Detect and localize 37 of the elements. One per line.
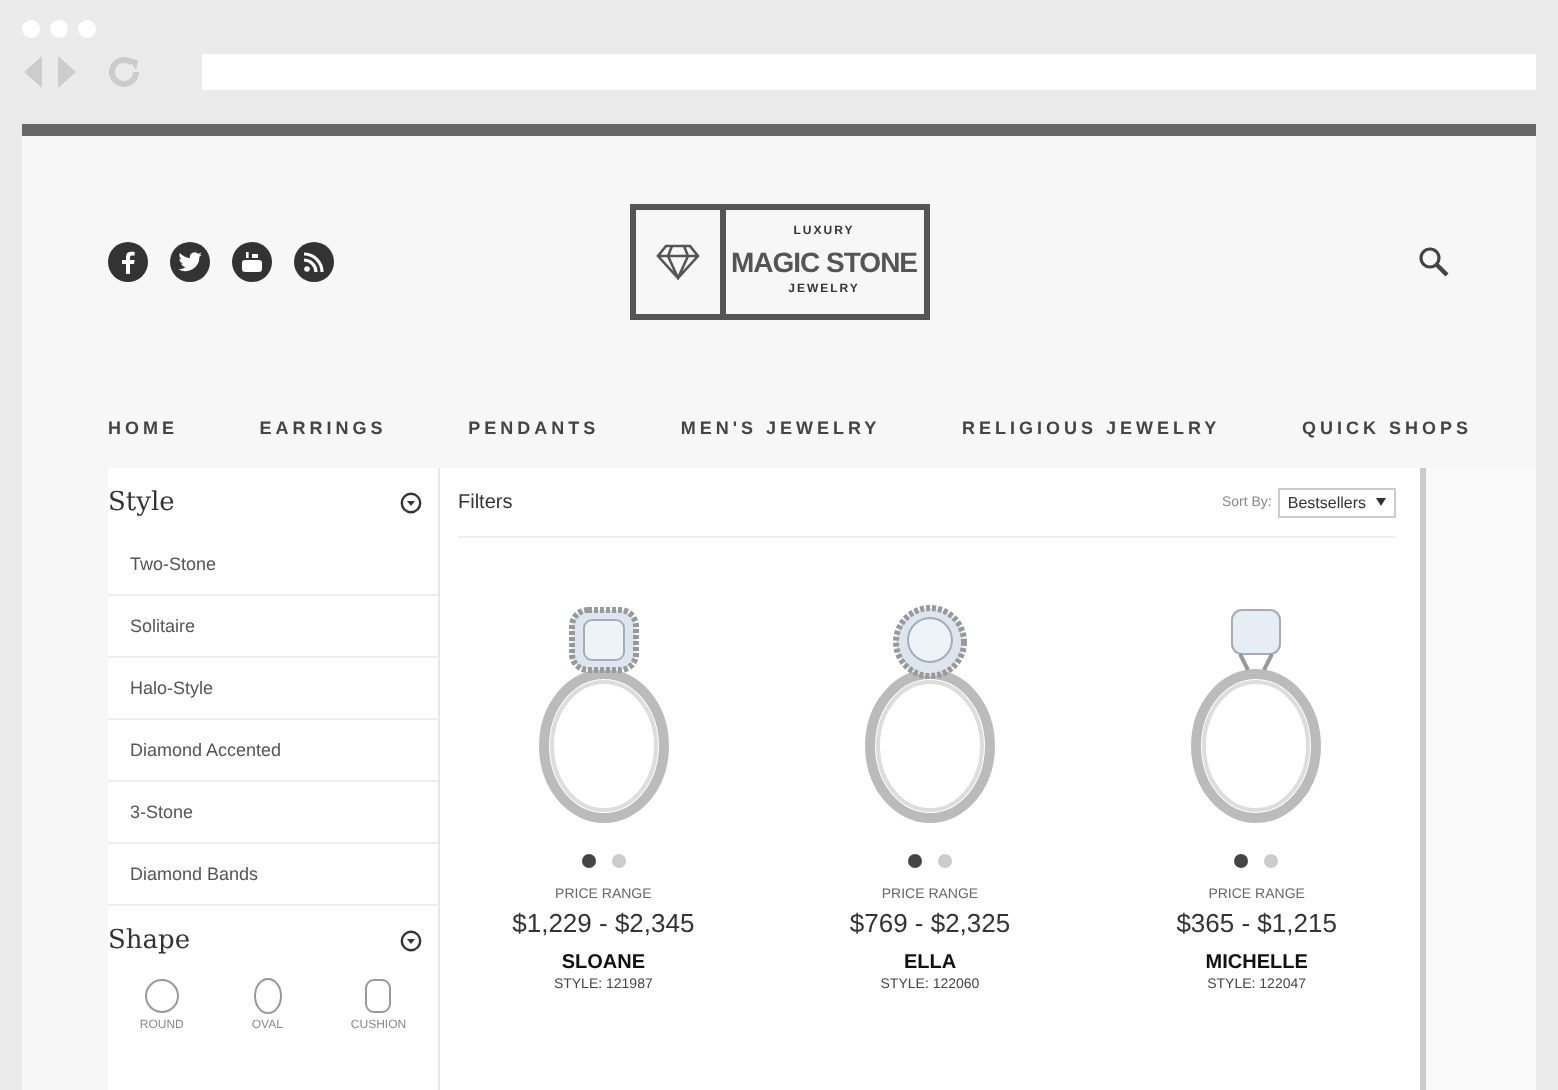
filter-heading: Style — [108, 488, 175, 518]
price-range: $365 - $1,215 — [1176, 908, 1337, 938]
carousel-dot[interactable] — [1264, 854, 1279, 868]
chevron-down-icon[interactable] — [400, 492, 422, 514]
nav-link[interactable]: QUICK SHOPS — [1301, 418, 1472, 438]
rss-icon[interactable] — [294, 242, 334, 282]
sort-dropdown[interactable]: Bestsellers — [1277, 487, 1396, 517]
filter-option[interactable]: Diamond Accented — [108, 720, 438, 782]
carousel-dot[interactable] — [581, 854, 596, 868]
nav-link[interactable]: HOME — [108, 418, 178, 438]
price-range: $1,229 - $2,345 — [512, 908, 695, 938]
nav-link[interactable]: RELIGIOUS JEWELRY — [961, 418, 1221, 438]
product-name[interactable]: ELLA — [903, 952, 957, 974]
facebook-icon[interactable] — [108, 242, 148, 282]
carousel-dot[interactable] — [611, 854, 626, 868]
carousel-dot[interactable] — [907, 854, 922, 868]
search-icon[interactable] — [1418, 246, 1450, 278]
chevron-down-icon[interactable] — [400, 930, 422, 952]
product-name[interactable]: SLOANE — [561, 952, 645, 974]
filter-option[interactable]: Two-Stone — [108, 534, 438, 596]
twitter-icon[interactable] — [170, 242, 210, 282]
filter-heading: Shape — [108, 926, 191, 956]
filters-heading: Filters — [458, 491, 513, 513]
diamond-icon — [655, 244, 699, 280]
price-range: $769 - $2,325 — [849, 908, 1011, 938]
filter-option[interactable]: Solitaire — [108, 596, 438, 658]
carousel-dot[interactable] — [1234, 854, 1249, 868]
nav-link[interactable]: PENDANTS — [468, 418, 600, 438]
filter-option[interactable]: Diamond Bands — [108, 844, 438, 906]
filter-option[interactable]: Halo-Style — [108, 658, 438, 720]
carousel-dot[interactable] — [937, 854, 952, 868]
caret-icon — [1376, 498, 1386, 506]
nav-link[interactable]: EARRINGS — [259, 418, 387, 438]
logo-name: MAGIC STONE — [730, 246, 918, 278]
nav-link[interactable]: MEN'S JEWELRY — [680, 418, 881, 438]
filter-option[interactable]: 3-Stone — [108, 782, 438, 844]
product-name[interactable]: MICHELLE — [1205, 952, 1308, 974]
